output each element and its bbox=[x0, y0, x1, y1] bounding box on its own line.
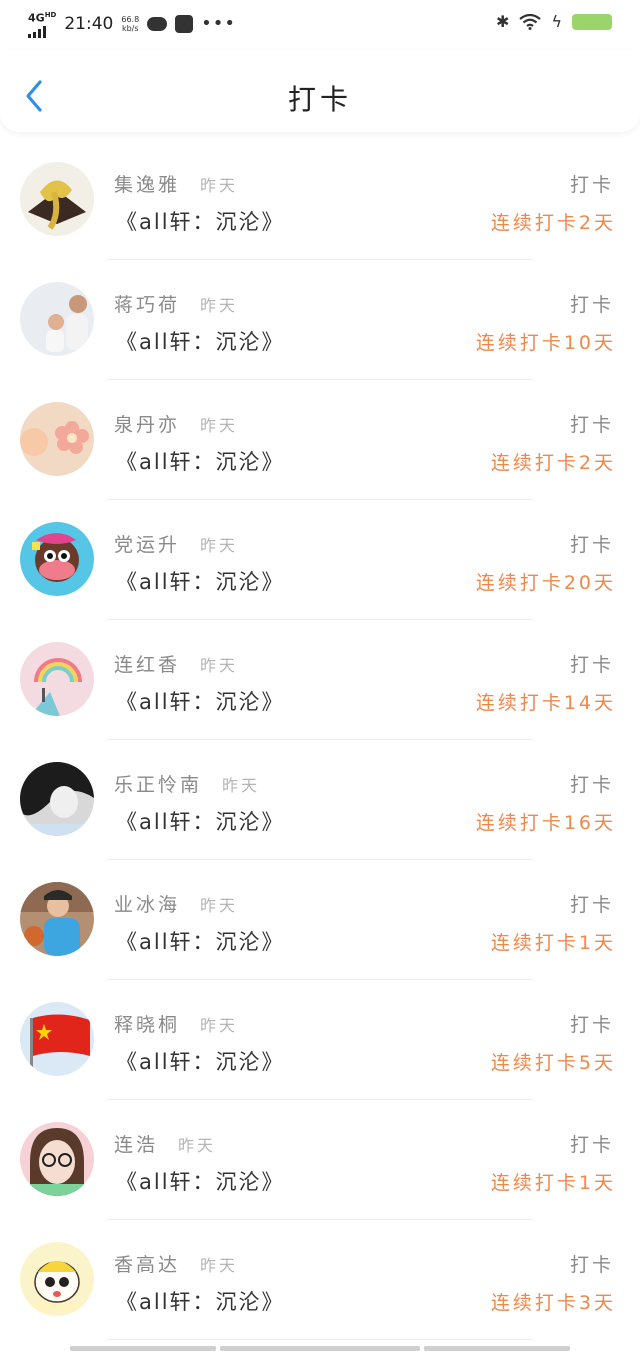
book-title[interactable]: 《all轩：沉沦》 bbox=[116, 686, 285, 716]
battery-icon bbox=[572, 13, 612, 30]
network-type: 4G bbox=[28, 11, 45, 25]
streak-count: 连续打卡2天 bbox=[490, 212, 616, 234]
checkin-action: 打卡 bbox=[569, 294, 614, 316]
user-name[interactable]: 泉丹亦 bbox=[114, 410, 180, 437]
status-time: 21:40 bbox=[64, 13, 114, 34]
page-title: 打卡 bbox=[287, 83, 352, 116]
avatar[interactable] bbox=[20, 522, 94, 596]
streak-count: 连续打卡5天 bbox=[490, 1052, 616, 1074]
checkin-date: 昨天 bbox=[200, 1256, 239, 1275]
row-divider bbox=[108, 1339, 532, 1340]
user-name[interactable]: 释晓桐 bbox=[114, 1010, 180, 1037]
user-name[interactable]: 乐正怜南 bbox=[114, 770, 202, 797]
network-hd: HD bbox=[44, 11, 57, 19]
streak-count: 连续打卡2天 bbox=[490, 452, 616, 474]
streak-count: 连续打卡3天 bbox=[490, 1292, 616, 1314]
streak-count: 连续打卡1天 bbox=[490, 1172, 616, 1194]
checkin-list: 集逸雅 昨天 《all轩：沉沦》 打卡 连续打卡2天 蒋巧荷 昨天 《all轩：沉沦… bbox=[0, 140, 640, 1340]
checkin-date: 昨天 bbox=[200, 656, 239, 675]
scroll-indicator bbox=[0, 1346, 640, 1351]
checkin-date: 昨天 bbox=[200, 296, 239, 315]
checkin-action: 打卡 bbox=[569, 534, 614, 556]
streak-count: 连续打卡1天 bbox=[490, 932, 616, 954]
book-title[interactable]: 《all轩：沉沦》 bbox=[116, 566, 285, 596]
user-name[interactable]: 连红香 bbox=[114, 650, 180, 677]
checkin-row[interactable]: 泉丹亦 昨天 《all轩：沉沦》 打卡 连续打卡2天 bbox=[0, 380, 640, 500]
avatar[interactable] bbox=[20, 402, 94, 476]
user-name[interactable]: 连浩 bbox=[114, 1130, 158, 1157]
book-title[interactable]: 《all轩：沉沦》 bbox=[116, 1046, 285, 1076]
avatar[interactable] bbox=[20, 882, 94, 956]
streak-count: 连续打卡16天 bbox=[475, 812, 616, 834]
checkin-row[interactable]: 释晓桐 昨天 《all轩：沉沦》 打卡 连续打卡5天 bbox=[0, 980, 640, 1100]
checkin-date: 昨天 bbox=[178, 1136, 217, 1155]
checkin-date: 昨天 bbox=[222, 776, 261, 795]
user-name[interactable]: 集逸雅 bbox=[114, 170, 180, 197]
checkin-row[interactable]: 集逸雅 昨天 《all轩：沉沦》 打卡 连续打卡2天 bbox=[0, 140, 640, 260]
network-speed: 66.8 kb/s bbox=[121, 15, 139, 33]
book-title[interactable]: 《all轩：沉沦》 bbox=[116, 206, 285, 236]
status-bar: 4GHD 21:40 66.8 kb/s ••• ✱ ϟ bbox=[0, 0, 640, 50]
book-title[interactable]: 《all轩：沉沦》 bbox=[116, 926, 285, 956]
checkin-action: 打卡 bbox=[569, 894, 614, 916]
cloud-icon bbox=[147, 16, 168, 31]
speed-unit: kb/s bbox=[121, 23, 139, 33]
wifi-icon bbox=[519, 13, 542, 30]
streak-count: 连续打卡14天 bbox=[475, 692, 616, 714]
signal-icon: 4GHD bbox=[28, 10, 56, 38]
avatar[interactable] bbox=[20, 1002, 94, 1076]
checkin-action: 打卡 bbox=[569, 174, 614, 196]
user-name[interactable]: 香高达 bbox=[114, 1250, 180, 1277]
checkin-date: 昨天 bbox=[200, 416, 239, 435]
checkin-date: 昨天 bbox=[200, 896, 239, 915]
checkin-date: 昨天 bbox=[200, 536, 239, 555]
checkin-date: 昨天 bbox=[200, 176, 239, 195]
header: 打卡 bbox=[0, 50, 640, 132]
book-title[interactable]: 《all轩：沉沦》 bbox=[116, 806, 285, 836]
avatar[interactable] bbox=[20, 642, 94, 716]
checkin-action: 打卡 bbox=[569, 1014, 614, 1036]
user-name[interactable]: 业冰海 bbox=[114, 890, 180, 917]
streak-count: 连续打卡10天 bbox=[475, 332, 616, 354]
checkin-row[interactable]: 业冰海 昨天 《all轩：沉沦》 打卡 连续打卡1天 bbox=[0, 860, 640, 980]
user-name[interactable]: 党运升 bbox=[114, 530, 180, 557]
checkin-action: 打卡 bbox=[569, 1134, 614, 1156]
user-name[interactable]: 蒋巧荷 bbox=[114, 290, 180, 317]
checkin-action: 打卡 bbox=[569, 654, 614, 676]
checkin-row[interactable]: 香高达 昨天 《all轩：沉沦》 打卡 连续打卡3天 bbox=[0, 1220, 640, 1340]
charging-icon: ϟ bbox=[551, 12, 562, 31]
avatar[interactable] bbox=[20, 762, 94, 836]
checkin-action: 打卡 bbox=[569, 1254, 614, 1276]
checkin-row[interactable]: 党运升 昨天 《all轩：沉沦》 打卡 连续打卡20天 bbox=[0, 500, 640, 620]
checkin-date: 昨天 bbox=[200, 1016, 239, 1035]
checkin-row[interactable]: 蒋巧荷 昨天 《all轩：沉沦》 打卡 连续打卡10天 bbox=[0, 260, 640, 380]
book-title[interactable]: 《all轩：沉沦》 bbox=[116, 446, 285, 476]
speed-value: 66.8 bbox=[121, 14, 140, 24]
avatar[interactable] bbox=[20, 1122, 94, 1196]
avatar[interactable] bbox=[20, 1242, 94, 1316]
bluetooth-icon: ✱ bbox=[496, 12, 510, 31]
avatar[interactable] bbox=[20, 162, 94, 236]
book-title[interactable]: 《all轩：沉沦》 bbox=[116, 1166, 285, 1196]
checkin-action: 打卡 bbox=[569, 774, 614, 796]
book-title[interactable]: 《all轩：沉沦》 bbox=[116, 326, 285, 356]
checkin-row[interactable]: 连红香 昨天 《all轩：沉沦》 打卡 连续打卡14天 bbox=[0, 620, 640, 740]
bag-icon bbox=[175, 14, 194, 33]
streak-count: 连续打卡20天 bbox=[475, 572, 616, 594]
book-title[interactable]: 《all轩：沉沦》 bbox=[116, 1286, 285, 1316]
checkin-row[interactable]: 乐正怜南 昨天 《all轩：沉沦》 打卡 连续打卡16天 bbox=[0, 740, 640, 860]
more-icon: ••• bbox=[201, 13, 237, 35]
checkin-action: 打卡 bbox=[569, 414, 614, 436]
avatar[interactable] bbox=[20, 282, 94, 356]
checkin-row[interactable]: 连浩 昨天 《all轩：沉沦》 打卡 连续打卡1天 bbox=[0, 1100, 640, 1220]
